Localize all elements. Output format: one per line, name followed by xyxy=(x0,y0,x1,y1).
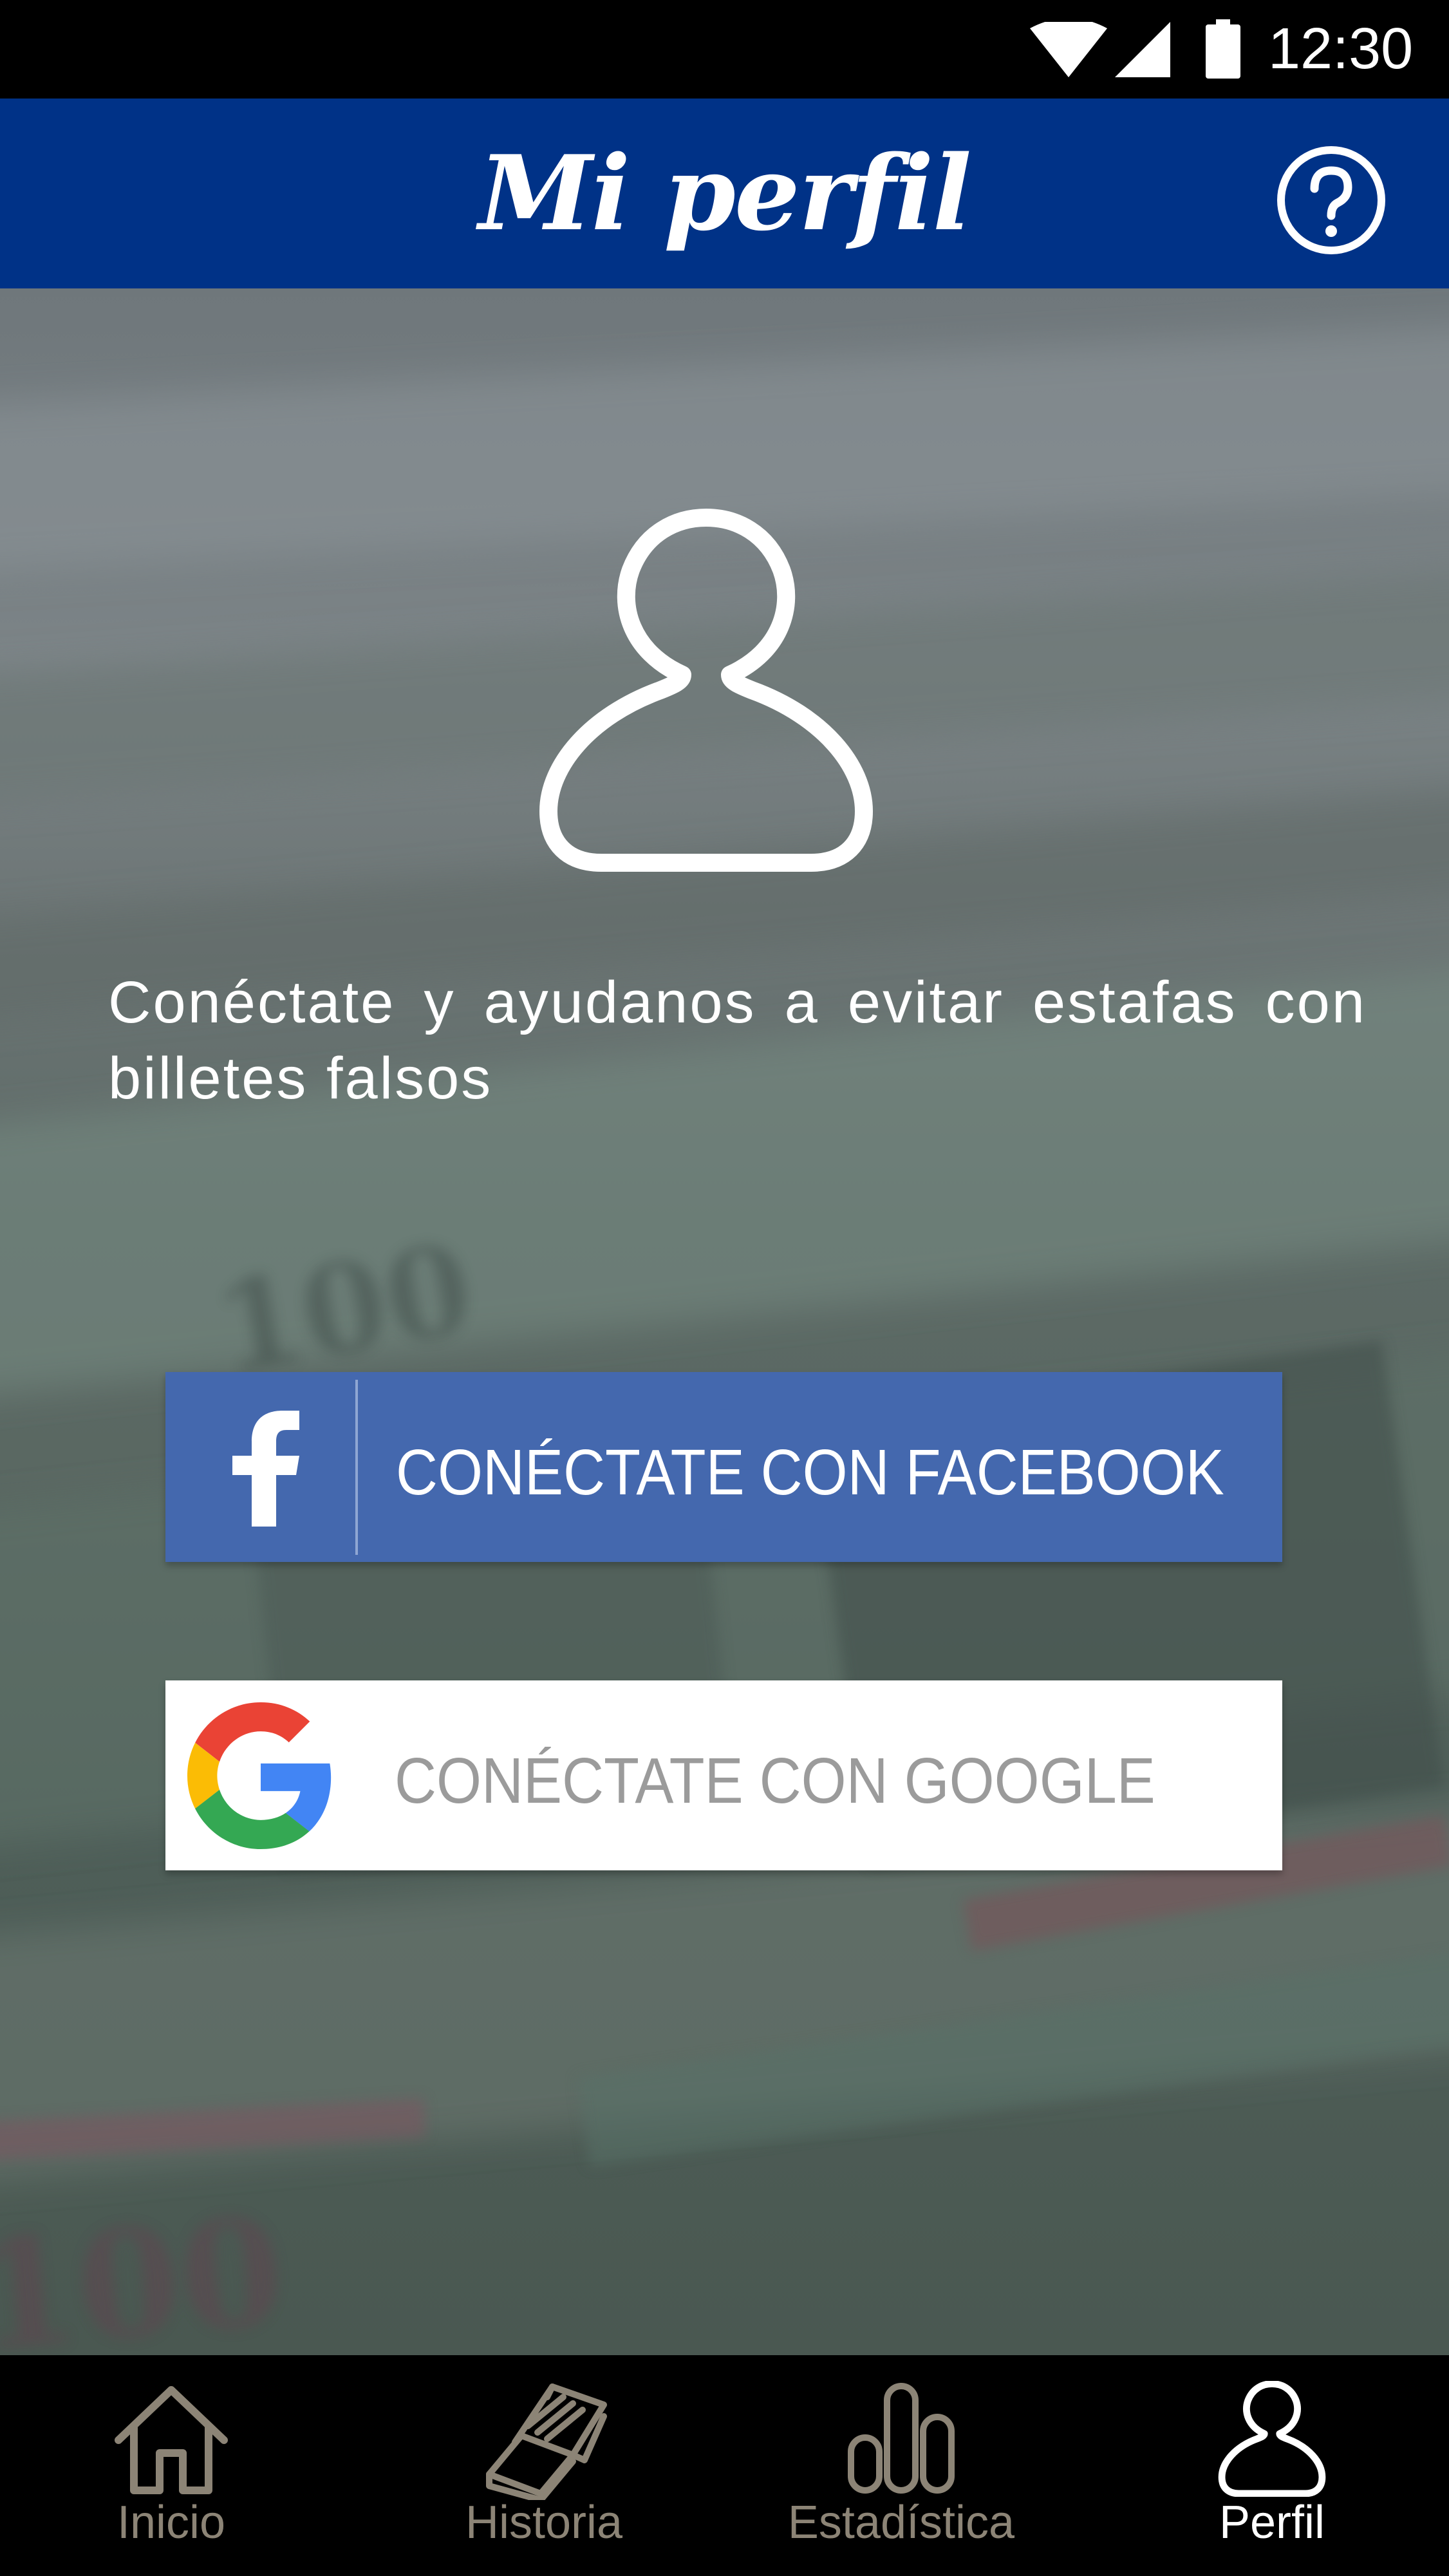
bottom-navigation: Inicio Historia Estadística Perfil xyxy=(0,2355,1449,2576)
home-icon xyxy=(115,2386,228,2494)
page-title: Mi perfil xyxy=(478,133,972,254)
google-icon xyxy=(187,1702,332,1849)
svg-text:100: 100 xyxy=(0,2185,290,2355)
profile-login-panel: 100 100 Conéctate y ayudanos a evitar es… xyxy=(0,288,1449,2355)
battery-icon xyxy=(1206,19,1240,79)
clock-time: 12:30 xyxy=(1268,17,1414,81)
nav-label-estadistica: Estadística xyxy=(787,2497,1015,2548)
nav-item-historia[interactable]: Historia xyxy=(425,2355,663,2576)
app-header: Mi perfil xyxy=(0,99,1449,288)
nav-item-inicio[interactable]: Inicio xyxy=(84,2355,259,2576)
facebook-login-button[interactable]: CONÉCTATE CON FACEBOOK xyxy=(165,1372,1282,1562)
facebook-icon xyxy=(232,1411,299,1527)
user-icon xyxy=(1218,2381,1326,2497)
question-circle-icon[interactable] xyxy=(1276,145,1387,256)
google-button-label: CONÉCTATE CON GOOGLE xyxy=(395,1745,1155,1817)
facebook-button-label: CONÉCTATE CON FACEBOOK xyxy=(396,1436,1224,1509)
intro-text: Conéctate y ayudanos a evitar estafas co… xyxy=(108,970,1367,1111)
nav-item-estadistica[interactable]: Estadística xyxy=(766,2355,1036,2576)
google-login-button[interactable]: CONÉCTATE CON GOOGLE xyxy=(165,1680,1282,1870)
button-divider xyxy=(355,1380,358,1555)
status-bar: 12:30 xyxy=(0,0,1449,99)
nav-label-inicio: Inicio xyxy=(117,2497,226,2548)
nav-item-perfil[interactable]: Perfil xyxy=(1188,2355,1356,2576)
user-outline-icon xyxy=(539,509,873,872)
nav-label-historia: Historia xyxy=(465,2497,623,2548)
cellular-signal-icon xyxy=(1115,22,1170,77)
wifi-icon xyxy=(1030,22,1107,77)
nav-label-perfil: Perfil xyxy=(1219,2497,1325,2548)
bar-chart-icon xyxy=(848,2383,955,2494)
book-icon xyxy=(486,2383,607,2500)
